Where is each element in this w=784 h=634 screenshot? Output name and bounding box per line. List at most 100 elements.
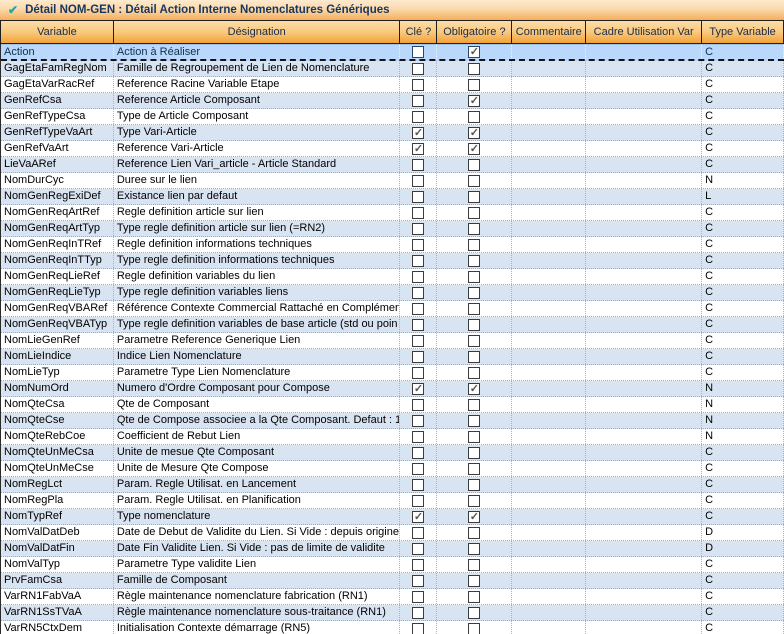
cle-checkbox[interactable]: [412, 495, 424, 507]
obligatoire-checkbox[interactable]: [468, 159, 480, 171]
cle-checkbox[interactable]: [412, 46, 424, 58]
table-row[interactable]: NomGenReqArtTypType regle definition art…: [1, 221, 784, 237]
column-header-variable[interactable]: Variable: [1, 21, 114, 43]
obligatoire-checkbox[interactable]: [468, 495, 480, 507]
obligatoire-checkbox[interactable]: [468, 559, 480, 571]
table-row[interactable]: NomNumOrdNumero d'Ordre Composant pour C…: [1, 381, 784, 397]
table-row[interactable]: NomQteRebCoeCoefficient de Rebut LienN: [1, 429, 784, 445]
obligatoire-checkbox[interactable]: ✓: [468, 511, 480, 523]
table-row[interactable]: NomDurCycDuree sur le lienN: [1, 173, 784, 189]
cle-checkbox[interactable]: [412, 79, 424, 91]
cle-checkbox[interactable]: [412, 207, 424, 219]
cle-checkbox[interactable]: [412, 223, 424, 235]
cle-checkbox[interactable]: [412, 607, 424, 619]
table-row[interactable]: NomRegLctParam. Regle Utilisat. en Lance…: [1, 477, 784, 493]
table-row[interactable]: GenRefCsaReference Article Composant✓C: [1, 93, 784, 109]
obligatoire-checkbox[interactable]: [468, 479, 480, 491]
cle-checkbox[interactable]: [412, 463, 424, 475]
obligatoire-checkbox[interactable]: [468, 399, 480, 411]
table-row[interactable]: NomGenReqInTRefRegle definition informat…: [1, 237, 784, 253]
cle-checkbox[interactable]: [412, 63, 424, 75]
cle-checkbox[interactable]: [412, 175, 424, 187]
obligatoire-checkbox[interactable]: [468, 239, 480, 251]
obligatoire-checkbox[interactable]: [468, 367, 480, 379]
table-row[interactable]: VarRN1SsTVaARègle maintenance nomenclatu…: [1, 605, 784, 621]
cle-checkbox[interactable]: [412, 367, 424, 379]
table-row[interactable]: NomGenReqLieRefRegle definition variable…: [1, 269, 784, 285]
table-row[interactable]: GenRefVaArtReference Vari-Article✓✓C: [1, 141, 784, 157]
cle-checkbox[interactable]: [412, 351, 424, 363]
cle-checkbox[interactable]: ✓: [412, 511, 424, 523]
table-row[interactable]: NomTypRefType nomenclature✓✓C: [1, 509, 784, 525]
table-row[interactable]: NomLieIndiceIndice Lien NomenclatureC: [1, 349, 784, 365]
column-header-commentaire[interactable]: Commentaire: [512, 21, 586, 43]
table-row[interactable]: NomGenReqVBATypType regle definition var…: [1, 317, 784, 333]
cle-checkbox[interactable]: [412, 527, 424, 539]
obligatoire-checkbox[interactable]: [468, 575, 480, 587]
obligatoire-checkbox[interactable]: [468, 431, 480, 443]
table-row[interactable]: NomValDatDebDate de Debut de Validite du…: [1, 525, 784, 541]
table-row[interactable]: GagEtaFamRegNomFamille de Regroupement d…: [1, 61, 784, 77]
cle-checkbox[interactable]: [412, 447, 424, 459]
table-row[interactable]: ActionAction à Réaliser✓C: [1, 44, 784, 61]
obligatoire-checkbox[interactable]: ✓: [468, 143, 480, 155]
cle-checkbox[interactable]: [412, 319, 424, 331]
obligatoire-checkbox[interactable]: [468, 527, 480, 539]
cle-checkbox[interactable]: [412, 591, 424, 603]
obligatoire-checkbox[interactable]: ✓: [468, 95, 480, 107]
obligatoire-checkbox[interactable]: [468, 607, 480, 619]
cle-checkbox[interactable]: [412, 431, 424, 443]
cle-checkbox[interactable]: [412, 335, 424, 347]
column-header-cle[interactable]: Clé ?: [400, 21, 437, 43]
obligatoire-checkbox[interactable]: [468, 111, 480, 123]
obligatoire-checkbox[interactable]: [468, 319, 480, 331]
column-header-obligatoire[interactable]: Obligatoire ?: [437, 21, 512, 43]
table-row[interactable]: NomQteCseQte de Compose associee a la Qt…: [1, 413, 784, 429]
obligatoire-checkbox[interactable]: [468, 79, 480, 91]
cle-checkbox[interactable]: [412, 623, 424, 634]
obligatoire-checkbox[interactable]: [468, 351, 480, 363]
table-row[interactable]: VarRN5CtxDemInitialisation Contexte déma…: [1, 621, 784, 634]
obligatoire-checkbox[interactable]: [468, 175, 480, 187]
obligatoire-checkbox[interactable]: [468, 207, 480, 219]
column-header-designation[interactable]: Désignation: [114, 21, 401, 43]
obligatoire-checkbox[interactable]: [468, 255, 480, 267]
table-row[interactable]: NomQteUnMeCsaUnite de mesue Qte Composan…: [1, 445, 784, 461]
cle-checkbox[interactable]: [412, 255, 424, 267]
table-row[interactable]: NomGenReqLieTypType regle definition var…: [1, 285, 784, 301]
table-row[interactable]: LieVaARefReference Lien Vari_article - A…: [1, 157, 784, 173]
cle-checkbox[interactable]: ✓: [412, 127, 424, 139]
cle-checkbox[interactable]: [412, 303, 424, 315]
cle-checkbox[interactable]: [412, 543, 424, 555]
cle-checkbox[interactable]: [412, 559, 424, 571]
cle-checkbox[interactable]: [412, 239, 424, 251]
obligatoire-checkbox[interactable]: [468, 591, 480, 603]
obligatoire-checkbox[interactable]: [468, 543, 480, 555]
obligatoire-checkbox[interactable]: [468, 447, 480, 459]
table-row[interactable]: NomGenRegExiDefExistance lien par defaut…: [1, 189, 784, 205]
obligatoire-checkbox[interactable]: [468, 463, 480, 475]
obligatoire-checkbox[interactable]: [468, 303, 480, 315]
cle-checkbox[interactable]: [412, 191, 424, 203]
table-row[interactable]: NomGenReqVBARefRéférence Contexte Commer…: [1, 301, 784, 317]
cle-checkbox[interactable]: [412, 415, 424, 427]
table-row[interactable]: NomLieTypParametre Type Lien Nomenclatur…: [1, 365, 784, 381]
column-header-cadre-utilisation[interactable]: Cadre Utilisation Var: [586, 21, 702, 43]
obligatoire-checkbox[interactable]: [468, 223, 480, 235]
obligatoire-checkbox[interactable]: [468, 415, 480, 427]
obligatoire-checkbox[interactable]: [468, 191, 480, 203]
cle-checkbox[interactable]: ✓: [412, 383, 424, 395]
obligatoire-checkbox[interactable]: [468, 623, 480, 634]
table-row[interactable]: NomValDatFinDate Fin Validite Lien. Si V…: [1, 541, 784, 557]
cle-checkbox[interactable]: [412, 95, 424, 107]
cle-checkbox[interactable]: [412, 271, 424, 283]
column-header-type-variable[interactable]: Type Variable: [702, 21, 784, 43]
table-row[interactable]: NomQteCsaQte de ComposantN: [1, 397, 784, 413]
obligatoire-checkbox[interactable]: ✓: [468, 127, 480, 139]
obligatoire-checkbox[interactable]: ✓: [468, 383, 480, 395]
table-row[interactable]: NomLieGenRefParametre Reference Generiqu…: [1, 333, 784, 349]
cle-checkbox[interactable]: ✓: [412, 143, 424, 155]
table-row[interactable]: NomGenReqArtRefRegle definition article …: [1, 205, 784, 221]
cle-checkbox[interactable]: [412, 575, 424, 587]
obligatoire-checkbox[interactable]: [468, 271, 480, 283]
